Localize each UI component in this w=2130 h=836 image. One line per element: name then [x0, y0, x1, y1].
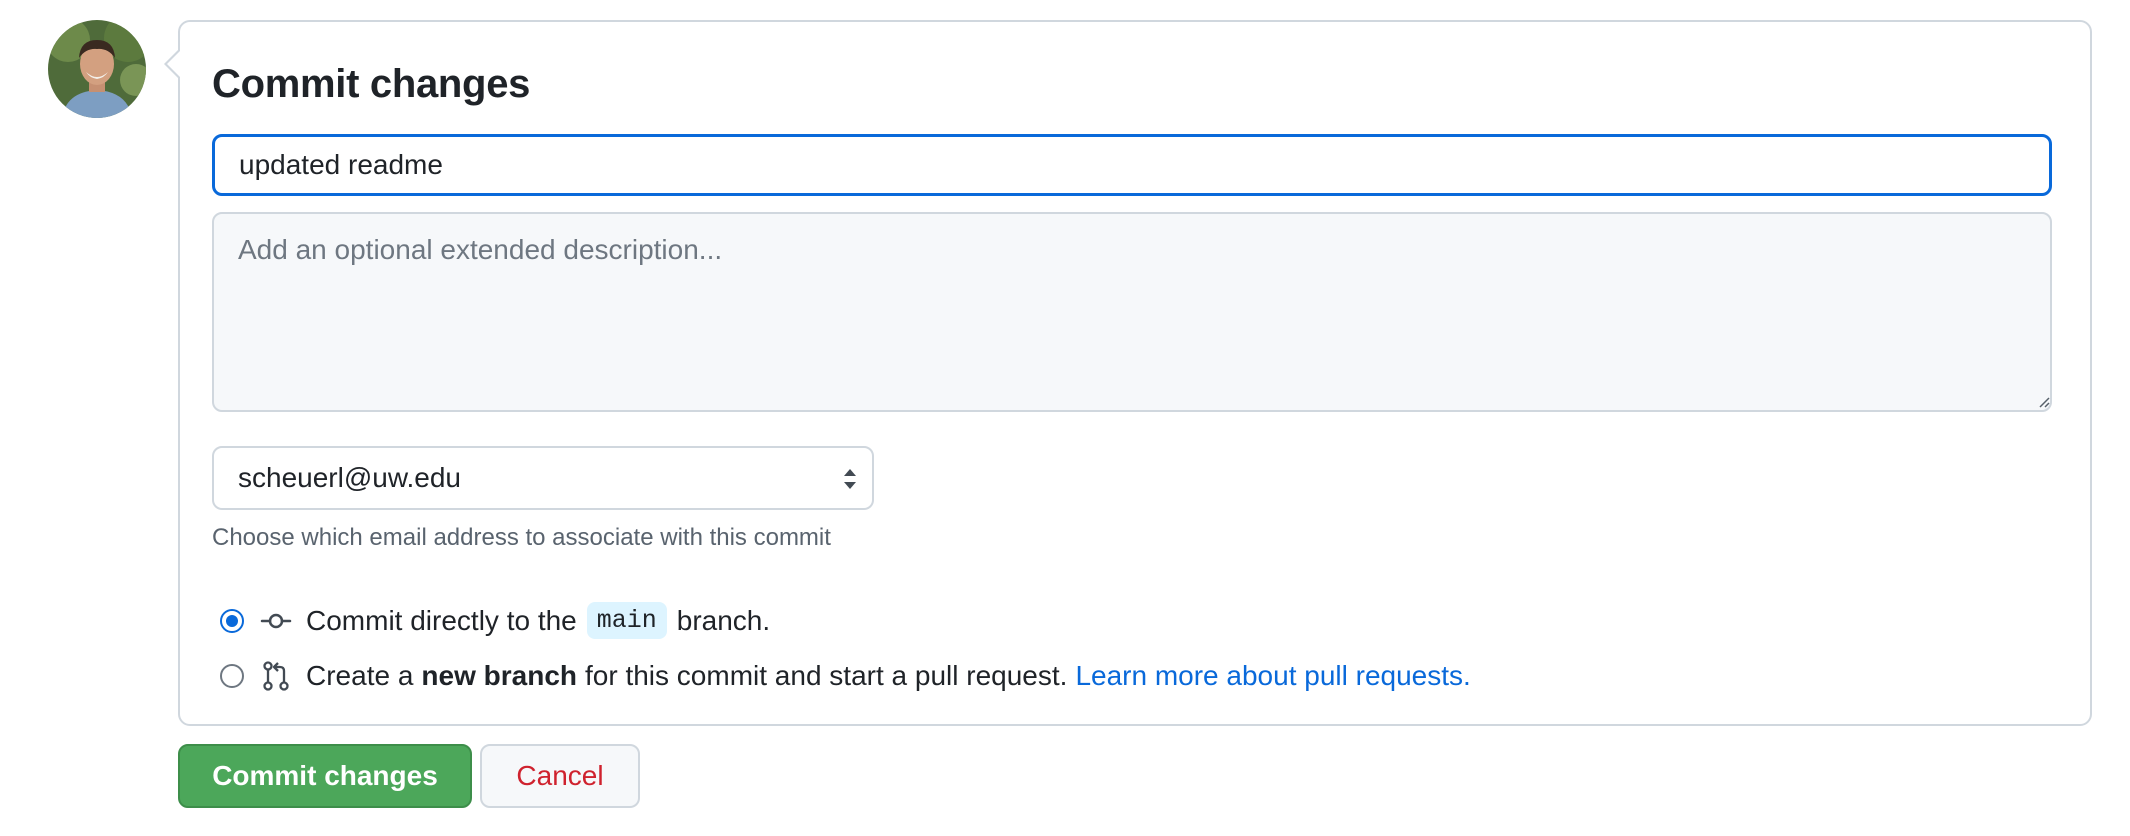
- select-arrows-icon: [844, 469, 856, 489]
- cancel-button[interactable]: Cancel: [480, 744, 640, 808]
- new-branch-option[interactable]: Create a new branch for this commit and …: [220, 660, 1471, 692]
- email-select[interactable]: scheuerl@uw.edu: [212, 446, 874, 510]
- new-branch-bold: new branch: [421, 660, 577, 691]
- git-commit-icon: [260, 613, 292, 628]
- commit-directly-option[interactable]: Commit directly to the main branch.: [220, 602, 770, 639]
- git-pull-request-icon: [263, 661, 289, 691]
- extended-description-textarea[interactable]: [212, 212, 2052, 412]
- avatar[interactable]: [48, 20, 146, 118]
- commit-directly-suffix: branch.: [676, 604, 771, 636]
- form-title: Commit changes: [212, 62, 531, 106]
- avatar-image: [48, 20, 146, 118]
- commit-changes-button[interactable]: Commit changes: [178, 744, 472, 808]
- commit-summary-input[interactable]: [212, 134, 2052, 196]
- email-hint: Choose which email address to associate …: [212, 524, 831, 551]
- branch-name-badge: main: [586, 602, 667, 639]
- resize-handle-icon[interactable]: [2038, 396, 2050, 408]
- commit-directly-radio[interactable]: [220, 608, 244, 633]
- new-branch-suffix: for this commit and start a pull request…: [585, 660, 1068, 691]
- new-branch-prefix: Create a: [306, 660, 414, 691]
- email-select-value: scheuerl@uw.edu: [238, 462, 462, 493]
- commit-form: Commit changes scheuerl@uw.edu Choose wh…: [164, 20, 2092, 726]
- new-branch-radio[interactable]: [220, 664, 244, 688]
- commit-directly-prefix: Commit directly to the: [306, 604, 577, 636]
- learn-more-pull-requests-link[interactable]: Learn more about pull requests.: [1075, 660, 1470, 692]
